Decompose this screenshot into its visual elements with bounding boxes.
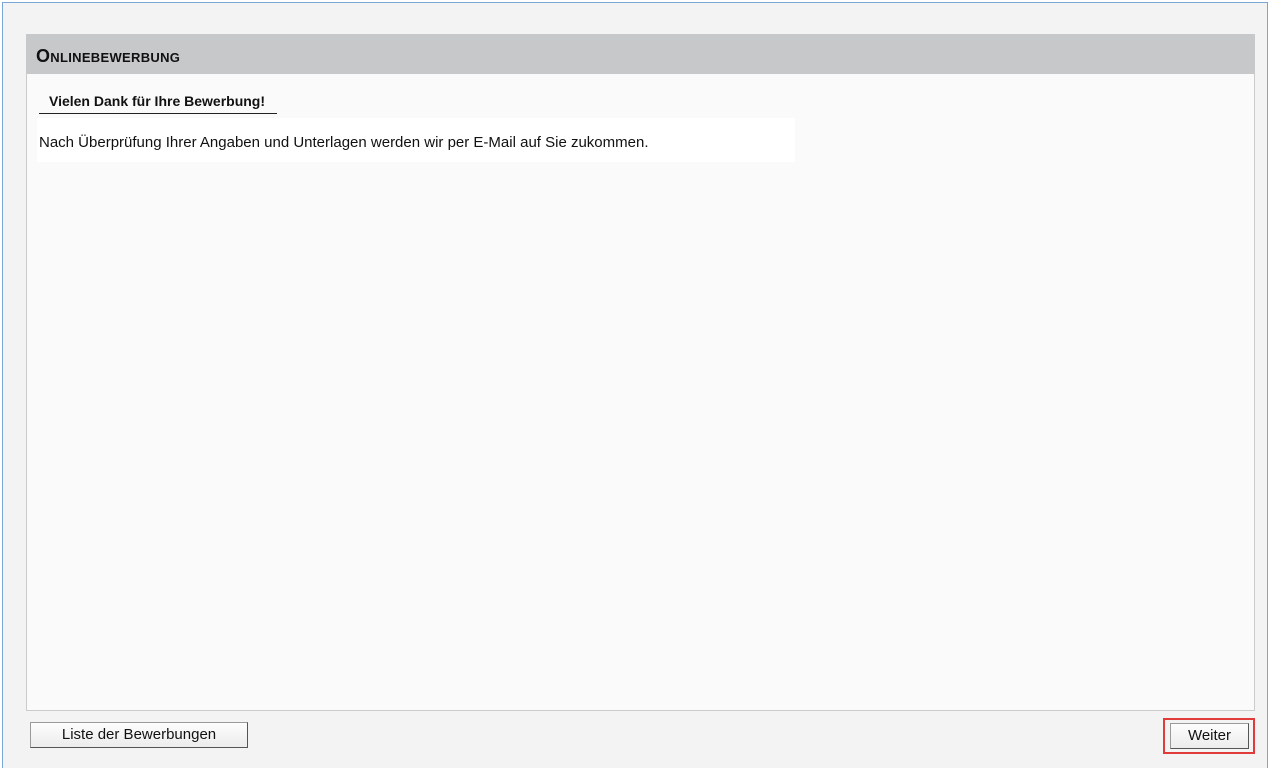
panel-header: Onlinebewerbung bbox=[26, 34, 1255, 74]
applications-list-button[interactable]: Liste der Bewerbungen bbox=[30, 722, 248, 748]
page-title: Onlinebewerbung bbox=[36, 46, 181, 66]
section-heading: Vielen Dank für Ihre Bewerbung! bbox=[39, 92, 278, 114]
panel-body: Vielen Dank für Ihre Bewerbung! Nach Übe… bbox=[26, 74, 1255, 711]
next-button[interactable]: Weiter bbox=[1170, 723, 1249, 749]
confirmation-message: Nach Überprüfung Ihrer Angaben und Unter… bbox=[39, 134, 649, 151]
